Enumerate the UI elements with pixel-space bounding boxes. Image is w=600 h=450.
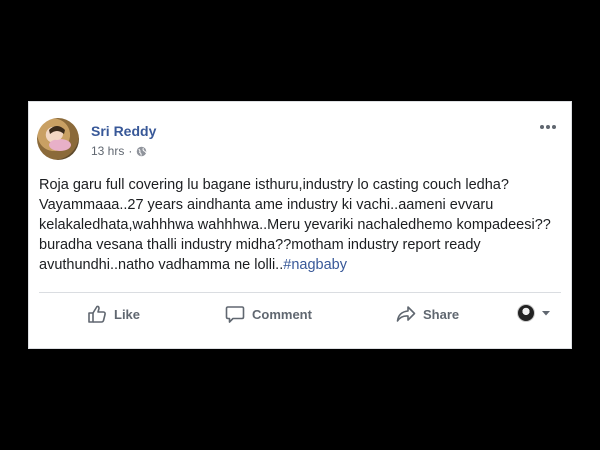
post-card: Sri Reddy 13 hrs · Roja garu full coveri… bbox=[28, 101, 572, 349]
post-meta: 13 hrs · bbox=[91, 144, 147, 158]
post-body: Roja garu full covering lu bagane isthur… bbox=[39, 175, 559, 275]
author-name[interactable]: Sri Reddy bbox=[91, 123, 156, 139]
actions-divider bbox=[39, 292, 561, 293]
viewer-avatar bbox=[517, 304, 535, 322]
globe-icon[interactable] bbox=[136, 146, 147, 157]
share-label: Share bbox=[423, 306, 460, 322]
hashtag-link[interactable]: #nagbaby bbox=[283, 257, 347, 273]
like-button[interactable]: Like bbox=[87, 296, 140, 332]
audience-selector[interactable] bbox=[517, 304, 551, 322]
comment-button[interactable]: Comment bbox=[225, 296, 312, 332]
thumbs-up-icon bbox=[88, 305, 106, 323]
post-header: Sri Reddy 13 hrs · bbox=[29, 102, 571, 166]
post-timestamp[interactable]: 13 hrs bbox=[91, 144, 124, 158]
share-arrow-icon bbox=[396, 306, 416, 322]
more-horizontal-icon[interactable] bbox=[539, 122, 557, 132]
like-label: Like bbox=[114, 306, 141, 322]
author-avatar[interactable] bbox=[37, 118, 79, 160]
comment-label: Comment bbox=[252, 306, 312, 322]
share-button[interactable]: Share bbox=[396, 296, 459, 332]
chevron-down-icon bbox=[542, 311, 550, 316]
post-actions-bar: Like Comment Share bbox=[29, 296, 571, 332]
meta-separator: · bbox=[128, 144, 133, 158]
comment-bubble-icon bbox=[225, 306, 245, 323]
avatar-image bbox=[49, 126, 71, 151]
